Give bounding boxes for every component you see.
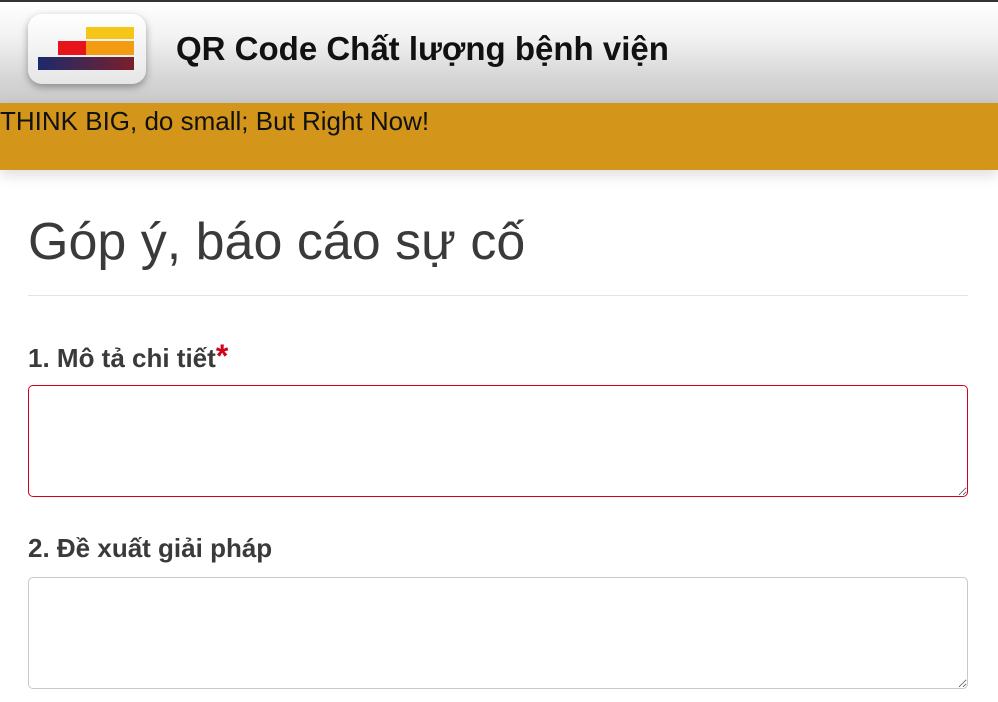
description-label-text: 1. Mô tả chi tiết <box>28 343 216 373</box>
description-label: 1. Mô tả chi tiết* <box>28 338 228 375</box>
header: QR Code Chất lượng bệnh viện <box>0 2 998 103</box>
solution-label: 2. Đề xuất giải pháp <box>28 533 272 564</box>
page-title: Góp ý, báo cáo sự cố <box>28 213 526 271</box>
description-textarea[interactable] <box>28 385 968 497</box>
app-logo[interactable] <box>28 14 146 84</box>
title-divider <box>28 295 968 296</box>
required-asterisk: * <box>215 338 229 374</box>
app-title: QR Code Chất lượng bệnh viện <box>176 30 669 67</box>
solution-textarea[interactable] <box>28 577 968 689</box>
stacked-bars-logo-icon <box>38 27 134 70</box>
solution-label-text: 2. Đề xuất giải pháp <box>28 533 273 563</box>
slogan-banner: THINK BIG, do small; But Right Now! <box>0 103 998 170</box>
slogan-text: THINK BIG, do small; But Right Now! <box>0 106 430 136</box>
